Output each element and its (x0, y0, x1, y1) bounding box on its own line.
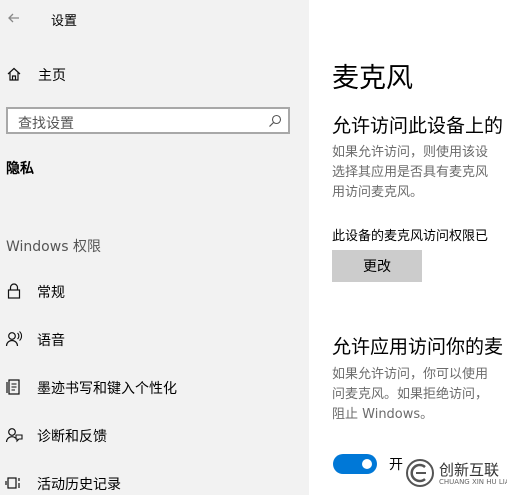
watermark: 创新互联 CHUANG XIN HU LIAN (405, 456, 507, 490)
sidebar-item-label: 活动历史记录 (37, 477, 121, 493)
watermark-subtitle: CHUANG XIN HU LIAN (439, 478, 507, 486)
sidebar-item-feedback[interactable]: 诊断和反馈 (0, 420, 309, 452)
section-heading-device-access: 允许访问此设备上的 (332, 115, 504, 137)
history-icon (5, 477, 20, 489)
back-arrow-icon (8, 13, 19, 23)
nav-home[interactable]: 主页 (0, 58, 309, 92)
sidebar-item-general[interactable]: 常规 (0, 276, 309, 308)
title-bar: 设置 (0, 0, 309, 36)
toggle-knob (362, 459, 372, 469)
back-button[interactable] (4, 8, 24, 28)
nav-home-label: 主页 (38, 68, 66, 84)
sidebar-item-label: 语音 (37, 333, 65, 349)
section-title: 隐私 (6, 161, 34, 177)
lock-icon (7, 283, 21, 299)
main-content: 麦克风 允许访问此设备上的 如果允许访问，则使用该设 选择其应用是否具有麦克风 … (309, 0, 507, 495)
search-input[interactable]: 查找设置 (6, 107, 290, 134)
search-placeholder: 查找设置 (18, 116, 74, 132)
search-icon (269, 114, 282, 127)
sidebar-item-inking[interactable]: 墨迹书写和键入个性化 (0, 372, 309, 404)
group-title: Windows 权限 (6, 239, 101, 255)
change-button[interactable]: 更改 (332, 250, 422, 282)
section-heading-app-access: 允许应用访问你的麦 (332, 336, 504, 358)
sidebar: 设置 主页 查找设置 隐私 Windows 权限 常规 语音 墨迹书写和键入个性… (0, 0, 309, 495)
watermark-name: 创新互联 (439, 461, 500, 479)
sidebar-item-label: 墨迹书写和键入个性化 (37, 381, 177, 397)
sidebar-item-label: 诊断和反馈 (37, 429, 107, 445)
section-description-device-access: 如果允许访问，则使用该设 选择其应用是否具有麦克风 用访问麦克风。 (332, 145, 489, 200)
feedback-icon (5, 428, 23, 443)
sidebar-item-speech[interactable]: 语音 (0, 324, 309, 356)
watermark-logo-icon (406, 459, 434, 487)
home-icon (7, 67, 21, 81)
ink-icon (6, 379, 20, 395)
toggle-state-label: 开 (389, 457, 403, 473)
app-title: 设置 (51, 14, 78, 29)
page-title: 麦克风 (332, 63, 413, 94)
sidebar-item-activity-history[interactable]: 活动历史记录 (0, 468, 309, 500)
app-access-toggle[interactable] (333, 454, 377, 474)
speech-icon (5, 331, 22, 347)
access-status-text: 此设备的麦克风访问权限已 (332, 229, 489, 244)
sidebar-item-label: 常规 (37, 285, 65, 301)
section-description-app-access: 如果允许访问，你可以使用 问麦克风。如果拒绝访问， 阻止 Windows。 (332, 367, 489, 422)
